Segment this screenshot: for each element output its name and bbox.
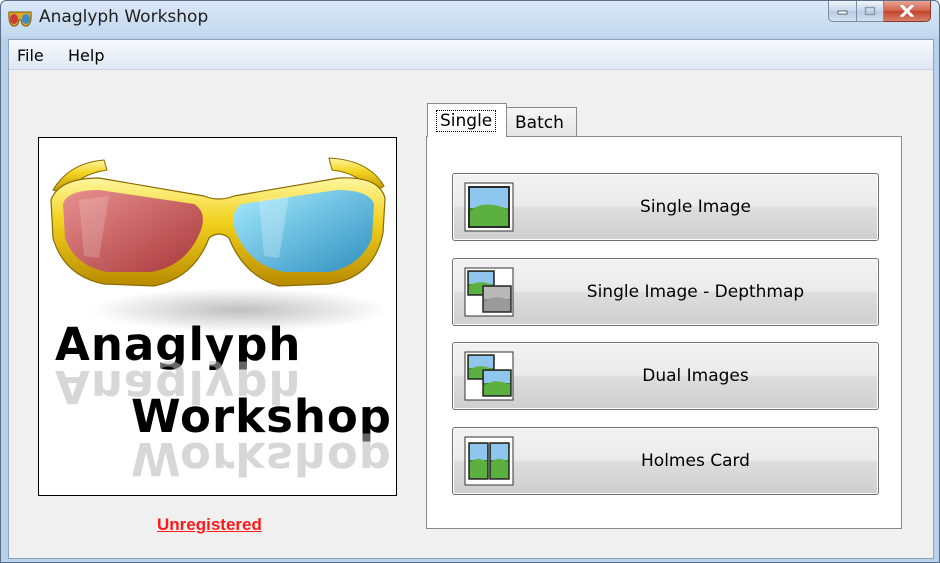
maximize-button[interactable] xyxy=(857,1,884,22)
maximize-icon xyxy=(864,6,876,16)
close-icon xyxy=(899,5,915,17)
caption-buttons xyxy=(828,1,931,22)
tab-single-label: Single xyxy=(436,109,497,132)
menu-help[interactable]: Help xyxy=(68,46,104,65)
dual-images-label: Dual Images xyxy=(642,366,749,386)
dual-images-icon xyxy=(464,351,514,401)
menu-file[interactable]: File xyxy=(17,46,44,65)
title-bar[interactable]: Anaglyph Workshop xyxy=(1,1,939,37)
tab-single[interactable]: Single xyxy=(427,103,507,137)
tab-batch[interactable]: Batch xyxy=(507,107,577,137)
single-image-icon xyxy=(464,182,514,232)
menu-bar: File Help xyxy=(9,40,933,70)
single-image-label: Single Image xyxy=(640,197,751,217)
close-button[interactable] xyxy=(884,1,931,22)
single-image-button[interactable]: Single Image xyxy=(452,173,879,241)
depthmap-button[interactable]: Single Image - Depthmap xyxy=(452,258,879,326)
single-tab-panel: Single Image Single Image - Depthmap Dua… xyxy=(426,136,902,529)
holmes-card-icon xyxy=(464,436,514,486)
tab-batch-label: Batch xyxy=(515,112,564,133)
minimize-icon xyxy=(837,10,847,15)
minimize-button[interactable] xyxy=(828,1,857,22)
logo-panel: Anaglyph Anaglyph Workshop Workshop xyxy=(38,137,397,496)
depthmap-icon xyxy=(464,267,514,317)
unregistered-link[interactable]: Unregistered xyxy=(157,515,262,535)
depthmap-label: Single Image - Depthmap xyxy=(586,282,805,302)
client-area: File Help Anaglyph Anaglyph Workshop Wor… xyxy=(8,39,934,559)
holmes-card-button[interactable]: Holmes Card xyxy=(452,427,879,495)
app-window: Anaglyph Workshop File Help Anaglyph Ana… xyxy=(0,0,940,563)
3d-glasses-logo xyxy=(50,157,389,332)
logo-reflection-line2: Workshop xyxy=(131,432,393,485)
dual-images-button[interactable]: Dual Images xyxy=(452,342,879,410)
3d-glasses-icon xyxy=(8,11,32,27)
holmes-card-label: Holmes Card xyxy=(641,451,750,471)
window-title: Anaglyph Workshop xyxy=(39,7,209,27)
